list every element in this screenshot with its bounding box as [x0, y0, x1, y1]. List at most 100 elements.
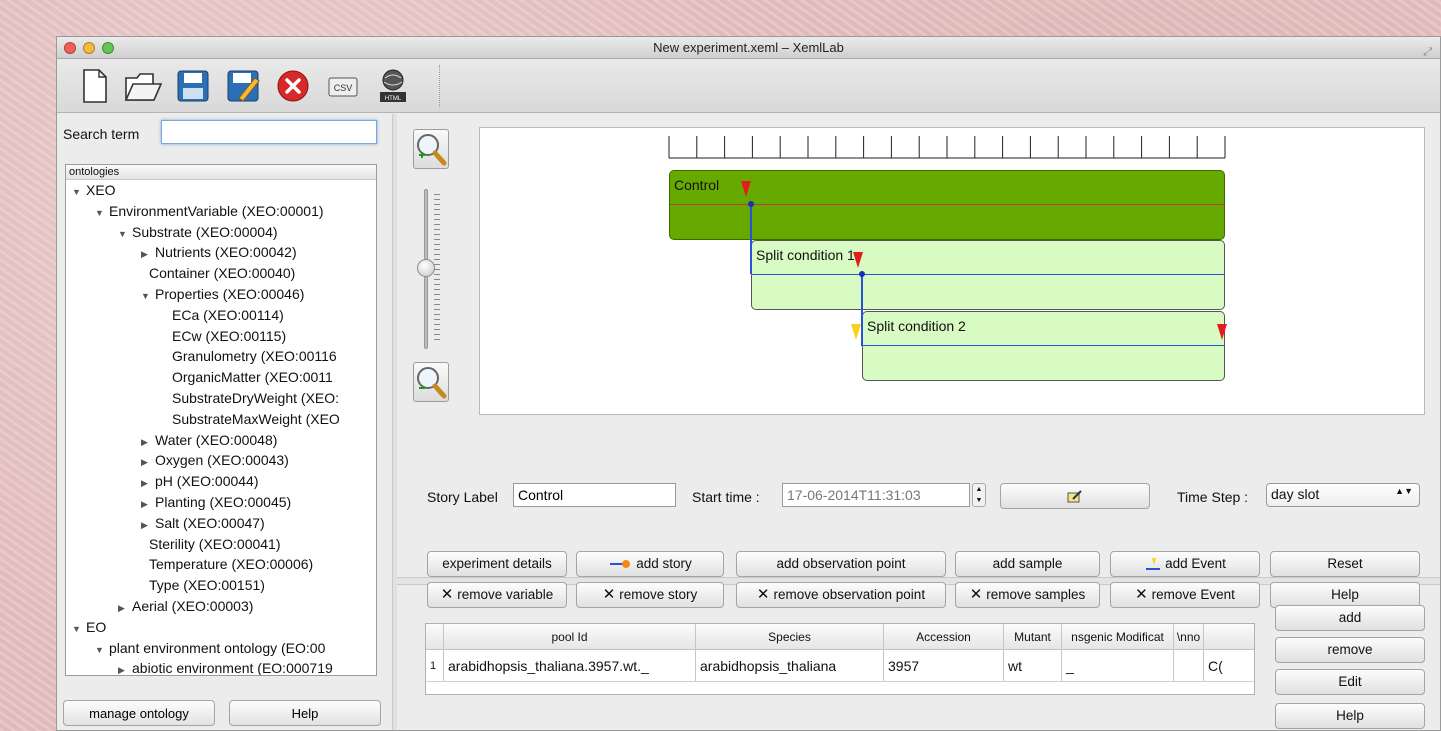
expanded-triangle-icon[interactable]: ▼: [118, 224, 132, 245]
tree-item[interactable]: ▶ Planting (XEO:00045): [66, 492, 376, 513]
remove-samples-button[interactable]: ✕ remove samples: [955, 582, 1100, 608]
tree-item[interactable]: ECa (XEO:00114): [66, 305, 376, 326]
story-label-input[interactable]: [513, 483, 676, 507]
table-cell[interactable]: [1174, 650, 1204, 681]
save-as-button[interactable]: [223, 67, 263, 105]
open-button[interactable]: [123, 67, 163, 105]
tree-item[interactable]: ▼ EO: [66, 617, 376, 638]
table-cell[interactable]: wt: [1004, 650, 1062, 681]
tree-item[interactable]: Sterility (XEO:00041): [66, 534, 376, 555]
timeline-canvas[interactable]: Control Split condition 1 Split conditio…: [479, 127, 1425, 415]
remove-story-button[interactable]: ✕ remove story: [576, 582, 724, 608]
column-header[interactable]: \nno: [1174, 624, 1204, 649]
tree-item[interactable]: Temperature (XEO:00006): [66, 554, 376, 575]
story-control-label: Control: [674, 177, 720, 193]
table-cell[interactable]: arabidhopsis_thaliana.3957.wt._: [444, 650, 696, 681]
start-time-input[interactable]: [782, 483, 970, 507]
add-row-button[interactable]: add: [1275, 605, 1425, 631]
control-branch-point[interactable]: [748, 201, 754, 207]
tree-item[interactable]: Container (XEO:00040): [66, 263, 376, 284]
html-export-button[interactable]: HTML: [373, 67, 413, 105]
split-1-branch-point[interactable]: [859, 271, 865, 277]
collapsed-triangle-icon[interactable]: ▶: [141, 494, 155, 515]
tree-item[interactable]: ▼ EnvironmentVariable (XEO:00001): [66, 201, 376, 222]
zoom-slider-knob[interactable]: [417, 259, 435, 277]
tree-item[interactable]: ▶ Nutrients (XEO:00042): [66, 242, 376, 263]
collapsed-triangle-icon[interactable]: ▶: [118, 660, 132, 675]
tree-item[interactable]: OrganicMatter (XEO:0011: [66, 367, 376, 388]
story-split-2[interactable]: Split condition 2: [862, 311, 1225, 381]
split-2-event-marker[interactable]: [1217, 324, 1227, 340]
close-document-button[interactable]: [273, 67, 313, 105]
collapsed-triangle-icon[interactable]: ▶: [141, 244, 155, 265]
expanded-triangle-icon[interactable]: ▼: [95, 640, 109, 661]
table-cell[interactable]: _: [1062, 650, 1174, 681]
reset-button[interactable]: Reset: [1270, 551, 1420, 577]
collapsed-triangle-icon[interactable]: ▶: [141, 432, 155, 453]
expanded-triangle-icon[interactable]: ▼: [141, 286, 155, 307]
collapsed-triangle-icon[interactable]: ▶: [141, 473, 155, 494]
remove-row-button[interactable]: remove: [1275, 637, 1425, 663]
tree-item[interactable]: ▶ Aerial (XEO:00003): [66, 596, 376, 617]
expanded-triangle-icon[interactable]: ▼: [95, 203, 109, 224]
tree-item[interactable]: ▶ pH (XEO:00044): [66, 471, 376, 492]
remove-variable-button[interactable]: ✕ remove variable: [427, 582, 567, 608]
table-help-button[interactable]: Help: [1275, 703, 1425, 729]
split-1-event-marker[interactable]: [853, 252, 863, 268]
tree-item[interactable]: Granulometry (XEO:00116: [66, 346, 376, 367]
tree-item[interactable]: ▼ Substrate (XEO:00004): [66, 222, 376, 243]
edit-time-button[interactable]: [1000, 483, 1150, 509]
tree-item[interactable]: Type (XEO:00151): [66, 575, 376, 596]
table-cell[interactable]: 3957: [884, 650, 1004, 681]
column-header[interactable]: Species: [696, 624, 884, 649]
start-time-stepper[interactable]: ▲ ▼: [972, 483, 986, 507]
column-header[interactable]: nsgenic Modificat: [1062, 624, 1174, 649]
column-header[interactable]: Accession: [884, 624, 1004, 649]
add-observation-point-button[interactable]: add observation point: [736, 551, 946, 577]
expanded-triangle-icon[interactable]: ▼: [72, 182, 86, 203]
tree-item[interactable]: SubstrateMaxWeight (XEO: [66, 409, 376, 430]
edit-row-button[interactable]: Edit: [1275, 669, 1425, 695]
table-cell[interactable]: C(: [1204, 650, 1244, 681]
save-button[interactable]: [173, 67, 213, 105]
time-step-select[interactable]: day slot ▲▼: [1266, 483, 1420, 507]
tree-item[interactable]: ▶ Oxygen (XEO:00043): [66, 450, 376, 471]
add-event-button[interactable]: add Event: [1110, 551, 1260, 577]
control-event-marker[interactable]: [741, 181, 751, 197]
tree-item[interactable]: ▶ Salt (XEO:00047): [66, 513, 376, 534]
tree-item[interactable]: ▶ abiotic environment (EO:000719: [66, 658, 376, 675]
tree-item[interactable]: ▶ Water (XEO:00048): [66, 430, 376, 451]
zoom-in-button[interactable]: [413, 129, 449, 169]
table-cell[interactable]: arabidhopsis_thaliana: [696, 650, 884, 681]
column-header[interactable]: pool Id: [444, 624, 696, 649]
add-story-button[interactable]: add story: [576, 551, 724, 577]
table-row[interactable]: 1 arabidhopsis_thaliana.3957.wt._ arabidho…: [426, 650, 1254, 682]
experiment-details-button[interactable]: experiment details: [427, 551, 567, 577]
window-minimize-icon[interactable]: [83, 42, 95, 54]
story-split-1[interactable]: Split condition 1: [751, 240, 1225, 310]
column-header[interactable]: Mutant: [1004, 624, 1062, 649]
split-2-start-marker[interactable]: [851, 324, 861, 340]
ontology-help-button[interactable]: Help: [229, 700, 381, 726]
add-sample-button[interactable]: add sample: [955, 551, 1100, 577]
remove-observation-point-button[interactable]: ✕ remove observation point: [736, 582, 946, 608]
tree-item[interactable]: SubstrateDryWeight (XEO:: [66, 388, 376, 409]
search-input[interactable]: [161, 120, 377, 144]
new-file-button[interactable]: [75, 67, 115, 105]
tree-item[interactable]: ECw (XEO:00115): [66, 326, 376, 347]
window-maximize-icon[interactable]: [102, 42, 114, 54]
expanded-triangle-icon[interactable]: ▼: [72, 619, 86, 640]
tree-item[interactable]: ▼ XEO: [66, 180, 376, 201]
samples-table[interactable]: pool Id Species Accession Mutant nsgenic Mod…: [425, 623, 1255, 695]
ontology-tree[interactable]: ontologies ▼ XEO ▼ EnvironmentVariable (XEO…: [65, 164, 377, 676]
csv-export-button[interactable]: CSV: [323, 67, 363, 105]
tree-item[interactable]: ▼ plant environment ontology (EO:00: [66, 638, 376, 659]
collapsed-triangle-icon[interactable]: ▶: [141, 452, 155, 473]
manage-ontology-button[interactable]: manage ontology: [63, 700, 215, 726]
collapsed-triangle-icon[interactable]: ▶: [141, 515, 155, 536]
remove-event-button[interactable]: ✕ remove Event: [1110, 582, 1260, 608]
zoom-out-button[interactable]: [413, 362, 449, 402]
window-close-icon[interactable]: [64, 42, 76, 54]
collapsed-triangle-icon[interactable]: ▶: [118, 598, 132, 619]
tree-item[interactable]: ▼ Properties (XEO:00046): [66, 284, 376, 305]
